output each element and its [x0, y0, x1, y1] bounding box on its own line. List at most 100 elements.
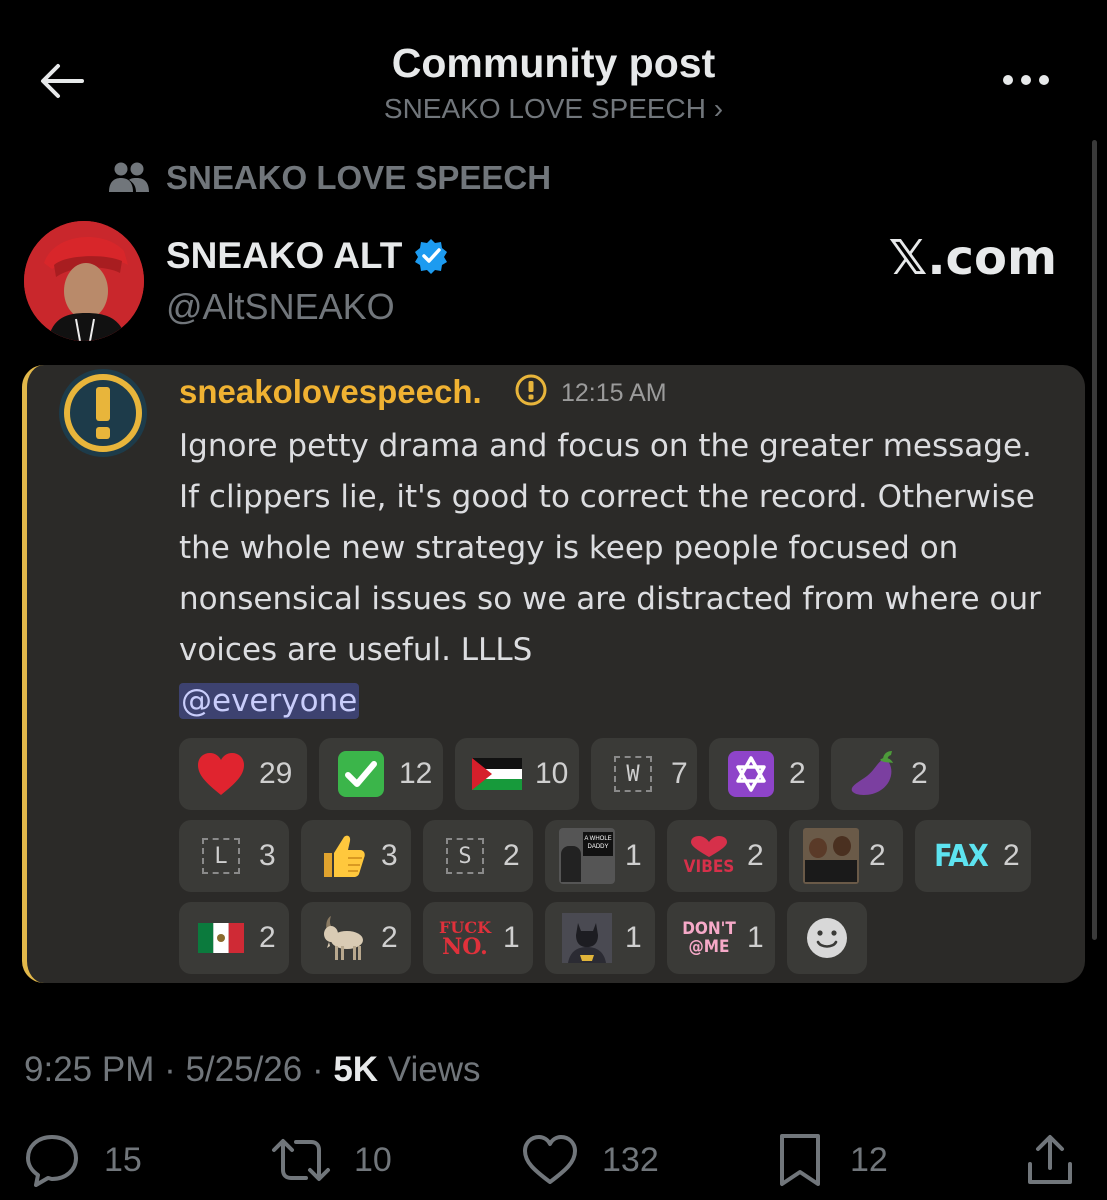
reaction-fax[interactable]: FAX 2 — [915, 820, 1031, 892]
verified-badge-icon — [415, 239, 448, 274]
share-icon — [1028, 1135, 1072, 1184]
reaction-s[interactable]: S 2 — [423, 820, 533, 892]
vibes-sticker-icon: VIBES — [681, 828, 737, 884]
a-whole-daddy-sticker-icon: A WHOLE DADDY — [559, 828, 615, 884]
face-left — [809, 838, 827, 858]
author-handle[interactable]: @AltSNEAKO — [166, 286, 395, 328]
reply-button[interactable]: 15 — [22, 1128, 142, 1192]
avatar[interactable] — [24, 221, 144, 341]
views-count[interactable]: 5K — [333, 1050, 378, 1089]
w-letter-icon: W — [605, 746, 661, 802]
reaction-a-whole-daddy[interactable]: A WHOLE DADDY 1 — [545, 820, 655, 892]
red-heart-icon — [193, 746, 249, 802]
l-letter-box: L — [202, 838, 240, 874]
reaction-palestine-flag[interactable]: 10 — [455, 738, 579, 810]
s-letter-icon: S — [437, 828, 493, 884]
repost-count: 10 — [354, 1140, 392, 1179]
reaction-heart[interactable]: 29 — [179, 738, 307, 810]
discord-username: sneakolovespeech. — [179, 373, 482, 410]
dont-at-me-sticker-icon: DON'T @ME — [681, 910, 737, 966]
more-dots-icon — [1003, 75, 1049, 85]
face-right — [833, 836, 851, 856]
reaction-count: 10 — [535, 757, 569, 790]
no-text: NO. — [442, 933, 488, 960]
fuck-no-sticker-icon: FUCK NO. — [437, 910, 493, 966]
reaction-check[interactable]: 12 — [319, 738, 443, 810]
reaction-thumbs-up[interactable]: 3 — [301, 820, 411, 892]
goat-icon — [315, 910, 371, 966]
reply-bubble-icon — [26, 1135, 78, 1187]
reaction-count: 7 — [671, 757, 688, 790]
like-button[interactable]: 132 — [520, 1128, 659, 1192]
share-button[interactable] — [1022, 1128, 1078, 1192]
star-of-david-icon — [723, 746, 779, 802]
reply-count: 15 — [104, 1140, 142, 1179]
w-letter-box: W — [614, 756, 652, 792]
person-silhouette — [561, 846, 581, 882]
reaction-obama-medal[interactable]: 2 — [789, 820, 903, 892]
reaction-star-of-david[interactable]: 2 — [709, 738, 819, 810]
suits — [805, 860, 857, 882]
reaction-count: 12 — [399, 757, 433, 790]
reaction-mexico-flag[interactable]: 2 — [179, 902, 289, 974]
mexico-flag-icon — [193, 910, 249, 966]
reaction-count: 2 — [869, 839, 886, 872]
eggplant-icon — [845, 746, 901, 802]
announcement-avatar-icon — [59, 369, 147, 457]
community-label[interactable]: SNEAKO LOVE SPEECH — [108, 158, 551, 198]
reaction-count: 1 — [747, 921, 764, 954]
reaction-l[interactable]: L 3 — [179, 820, 289, 892]
reaction-count: 2 — [747, 839, 764, 872]
everyone-mention[interactable]: @everyone — [179, 683, 360, 719]
reaction-count: 2 — [1003, 839, 1020, 872]
reaction-goat[interactable]: 2 — [301, 902, 411, 974]
bookmark-icon — [780, 1134, 820, 1186]
reaction-count: 2 — [789, 757, 806, 790]
reaction-count: 1 — [625, 921, 642, 954]
batman-sticker-icon — [559, 910, 615, 966]
l-letter-icon: L — [193, 828, 249, 884]
repost-button[interactable]: 10 — [270, 1128, 392, 1192]
top-bar: Community post SNEAKO LOVE SPEECH › — [0, 0, 1107, 140]
reaction-count: 1 — [625, 839, 642, 872]
reaction-count: 29 — [259, 757, 293, 790]
repost-arrows-icon — [272, 1139, 330, 1181]
message-text: Ignore petty drama and focus on the grea… — [179, 428, 1041, 668]
reaction-vibes[interactable]: VIBES 2 — [667, 820, 777, 892]
more-options-button[interactable] — [998, 62, 1054, 98]
reaction-batman[interactable]: 1 — [545, 902, 655, 974]
s-letter-box: S — [446, 838, 484, 874]
reaction-count: 3 — [381, 839, 398, 872]
community-link[interactable]: SNEAKO LOVE SPEECH › — [0, 93, 1107, 125]
sign-text: A WHOLE DADDY — [583, 832, 613, 856]
dont-text: DON'T — [682, 919, 736, 939]
community-people-icon — [109, 162, 149, 192]
post-time: 9:25 PM · 5/25/26 · — [24, 1050, 334, 1089]
alert-badge-icon — [515, 374, 547, 406]
like-count: 132 — [602, 1140, 659, 1179]
vibes-text: VIBES — [683, 857, 735, 877]
check-mark-icon — [333, 746, 389, 802]
heart-outline-icon — [523, 1135, 577, 1184]
author-name-text: SNEAKO ALT — [166, 235, 403, 276]
page-title: Community post — [391, 40, 716, 86]
community-name: SNEAKO LOVE SPEECH — [166, 159, 552, 196]
reaction-dont-at-me[interactable]: DON'T @ME 1 — [667, 902, 775, 974]
reaction-eggplant[interactable]: 2 — [831, 738, 939, 810]
discord-screenshot[interactable]: sneakolovespeech. 12:15 AM Ignore petty … — [22, 365, 1085, 983]
add-reaction-button[interactable] — [787, 902, 867, 974]
reaction-count: 2 — [259, 921, 276, 954]
reaction-count: 2 — [911, 757, 928, 790]
smiley-add-reaction-icon — [799, 910, 855, 966]
reaction-w[interactable]: W 7 — [591, 738, 697, 810]
avatar-image — [24, 221, 144, 341]
reaction-count: 2 — [503, 839, 520, 872]
reaction-count: 2 — [381, 921, 398, 954]
at-me-text: @ME — [688, 937, 730, 957]
author-name[interactable]: SNEAKO ALT — [166, 235, 450, 277]
scrollbar[interactable] — [1092, 140, 1097, 940]
bookmark-count: 12 — [850, 1140, 888, 1179]
reaction-fuck-no[interactable]: FUCK NO. 1 — [423, 902, 533, 974]
discord-time: 12:15 AM — [561, 379, 667, 407]
bookmark-button[interactable]: 12 — [772, 1128, 888, 1192]
